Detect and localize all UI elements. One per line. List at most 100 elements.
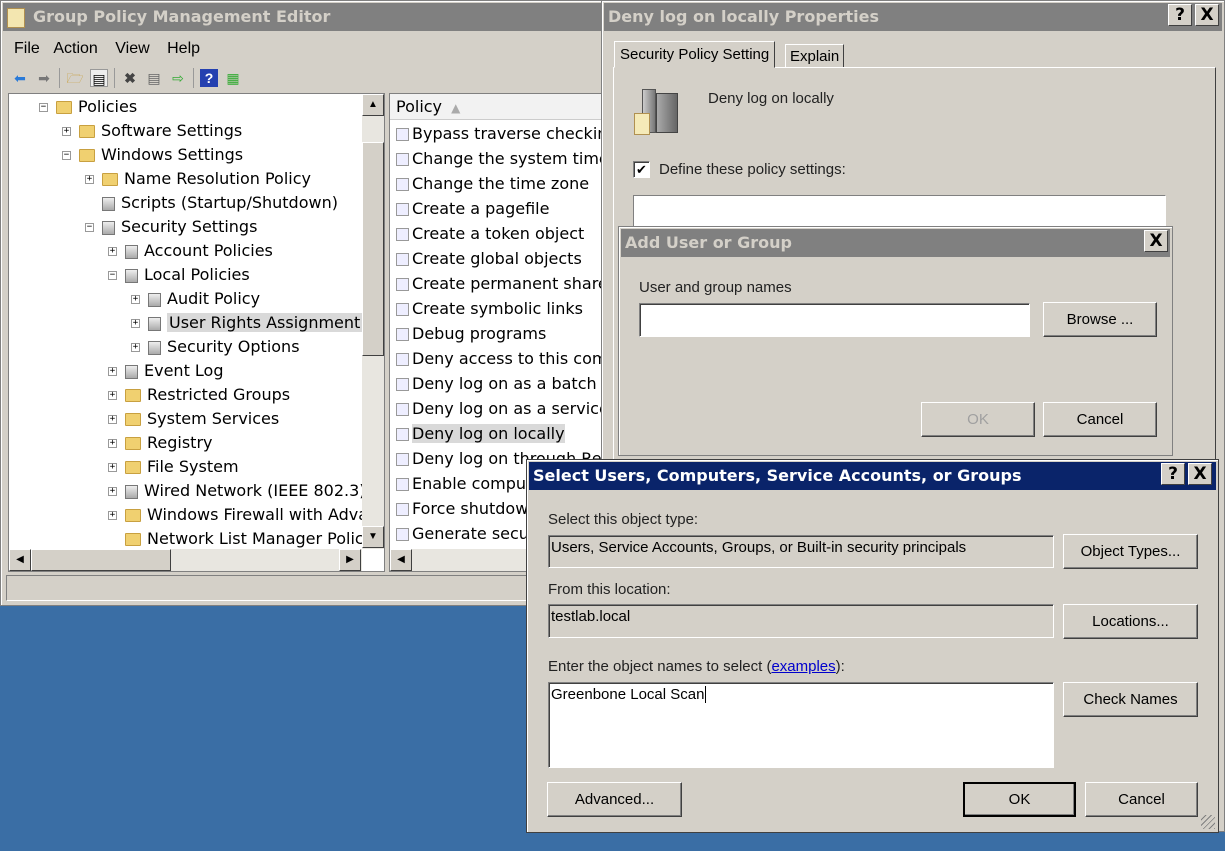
tree-item[interactable]: − Windows Settings	[62, 143, 243, 167]
expand-icon[interactable]: +	[85, 175, 94, 184]
expand-icon[interactable]: +	[108, 463, 117, 472]
object-names-textarea[interactable]: Greenbone Local Scan	[548, 682, 1054, 768]
tab-security-policy-setting[interactable]: Security Policy Setting	[614, 41, 776, 68]
delete-icon[interactable]: ✖	[121, 69, 139, 87]
properties-close-button[interactable]: X	[1195, 4, 1219, 26]
collapse-icon[interactable]: −	[108, 271, 117, 280]
check-names-button[interactable]: Check Names	[1063, 682, 1198, 717]
object-types-button[interactable]: Object Types...	[1063, 534, 1198, 569]
expand-icon[interactable]: +	[108, 511, 117, 520]
tree-item[interactable]: + Security Options	[131, 335, 300, 359]
tree-vertical-scrollbar[interactable]: ▲ ▼	[362, 94, 384, 549]
hscroll-thumb[interactable]	[31, 549, 171, 571]
menu-action[interactable]: Action	[53, 40, 97, 57]
advanced-button[interactable]: Advanced...	[547, 782, 682, 817]
scroll-down-button[interactable]: ▼	[362, 526, 384, 548]
expand-icon[interactable]: +	[108, 487, 117, 496]
folder-icon	[56, 101, 72, 114]
policy-row[interactable]: Create a token object	[390, 221, 602, 246]
tree-item[interactable]: + Restricted Groups	[108, 383, 290, 407]
examples-link[interactable]: examples	[771, 658, 835, 675]
expand-icon[interactable]: +	[108, 415, 117, 424]
export-icon[interactable]: ⇨	[169, 69, 187, 87]
policy-row[interactable]: Debug programs	[390, 321, 602, 346]
tree-item[interactable]: + File System	[108, 455, 239, 479]
expand-icon[interactable]: +	[131, 295, 140, 304]
folder-icon	[102, 173, 118, 186]
expand-icon[interactable]: +	[108, 391, 117, 400]
collapse-icon[interactable]: −	[62, 151, 71, 160]
tree-item[interactable]: + Registry	[108, 431, 213, 455]
list-scroll-left-button[interactable]: ◀	[390, 549, 412, 571]
show-action-pane-icon[interactable]: ▦	[224, 69, 242, 87]
add-user-title-bar[interactable]: Add User or Group	[621, 229, 1170, 257]
select-users-help-button[interactable]: ?	[1161, 463, 1185, 485]
policy-row[interactable]: Create permanent shared	[390, 271, 602, 296]
tree-item[interactable]: + Software Settings	[62, 119, 242, 143]
tree-item[interactable]: +Network List Manager Policie	[108, 527, 378, 551]
menu-view[interactable]: View	[115, 40, 149, 57]
help-icon[interactable]: ?	[200, 68, 218, 87]
tree-item-label: Restricted Groups	[147, 385, 291, 404]
add-user-cancel-button[interactable]: Cancel	[1043, 402, 1157, 437]
add-user-close-button[interactable]: X	[1144, 230, 1168, 252]
properties-icon[interactable]: ▤	[145, 69, 163, 87]
tree-item[interactable]: − Policies	[39, 95, 137, 119]
tree-item[interactable]: − Security Settings	[85, 215, 257, 239]
policy-row[interactable]: Deny access to this comp	[390, 346, 602, 371]
policy-row[interactable]: Bypass traverse checking	[390, 121, 602, 146]
expand-icon[interactable]: +	[131, 319, 140, 328]
tree-item[interactable]: + Audit Policy	[131, 287, 260, 311]
properties-title-bar[interactable]: Deny log on locally Properties	[604, 3, 1222, 31]
expand-icon[interactable]: +	[108, 367, 117, 376]
policy-row[interactable]: Change the system time	[390, 146, 602, 171]
add-user-ok-button[interactable]: OK	[921, 402, 1035, 437]
browse-button[interactable]: Browse ...	[1043, 302, 1157, 337]
gpme-title-bar[interactable]: Group Policy Management Editor	[3, 3, 601, 31]
tree-item[interactable]: + Wired Network (IEEE 802.3)	[108, 479, 366, 503]
tree-item[interactable]: +Scripts (Startup/Shutdown)	[85, 191, 338, 215]
define-settings-checkbox-checked[interactable]: ✔	[633, 161, 650, 178]
policy-row[interactable]: Change the time zone	[390, 171, 602, 196]
tree-item[interactable]: + User Rights Assignment	[131, 311, 363, 335]
tab-explain[interactable]: Explain	[785, 44, 845, 68]
scroll-left-button[interactable]: ◀	[9, 549, 31, 571]
expand-icon[interactable]: +	[131, 343, 140, 352]
resize-grip-icon[interactable]	[1201, 815, 1215, 829]
policy-row[interactable]: Create symbolic links	[390, 296, 602, 321]
forward-icon[interactable]: ➡	[35, 69, 53, 87]
properties-help-button[interactable]: ?	[1168, 4, 1192, 26]
scroll-right-button[interactable]: ▶	[339, 549, 361, 571]
policy-row[interactable]: Create a pagefile	[390, 196, 602, 221]
tree-item[interactable]: + Account Policies	[108, 239, 273, 263]
scroll-up-button[interactable]: ▲	[362, 94, 384, 116]
expand-icon[interactable]: +	[108, 247, 117, 256]
expand-icon[interactable]: +	[62, 127, 71, 136]
expand-icon[interactable]: +	[108, 439, 117, 448]
column-header-policy[interactable]: Policy ▲	[390, 94, 604, 120]
policy-row[interactable]: Deny log on locally	[390, 421, 602, 446]
select-cancel-button[interactable]: Cancel	[1085, 782, 1198, 817]
policy-row[interactable]: Deny log on as a service	[390, 396, 602, 421]
collapse-icon[interactable]: −	[85, 223, 94, 232]
select-users-title-bar[interactable]: Select Users, Computers, Service Account…	[529, 462, 1216, 490]
menu-help[interactable]: Help	[167, 40, 200, 57]
policy-row[interactable]: Create global objects	[390, 246, 602, 271]
locations-button[interactable]: Locations...	[1063, 604, 1198, 639]
collapse-icon[interactable]: −	[39, 103, 48, 112]
tree-item[interactable]: + Windows Firewall with Advan	[108, 503, 378, 527]
tree-item[interactable]: + Event Log	[108, 359, 224, 383]
tree-item[interactable]: − Local Policies	[108, 263, 250, 287]
back-icon[interactable]: ⬅	[11, 69, 29, 87]
scroll-thumb[interactable]	[362, 142, 384, 356]
policy-row[interactable]: Deny log on as a batch jo	[390, 371, 602, 396]
up-folder-icon[interactable]: 🗁	[66, 69, 84, 87]
show-hide-tree-icon[interactable]: ▤	[90, 68, 108, 87]
user-group-names-input[interactable]	[639, 303, 1030, 337]
select-users-close-button[interactable]: X	[1188, 463, 1212, 485]
tree-item[interactable]: + System Services	[108, 407, 279, 431]
select-ok-button[interactable]: OK	[963, 782, 1076, 817]
menu-file[interactable]: File	[14, 40, 40, 57]
tree-horizontal-scrollbar[interactable]: ◀ ▶	[9, 549, 362, 571]
tree-item[interactable]: + Name Resolution Policy	[85, 167, 311, 191]
